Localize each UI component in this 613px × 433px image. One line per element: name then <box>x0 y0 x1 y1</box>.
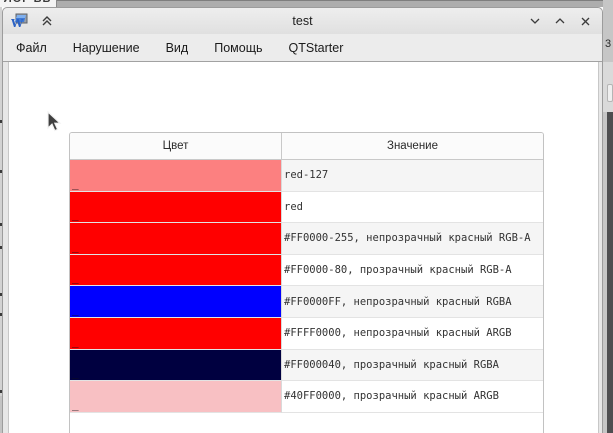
titlebar[interactable]: W test <box>3 8 602 34</box>
background-dark-panel <box>607 112 613 433</box>
app-icon[interactable]: W <box>11 13 29 29</box>
menu-view[interactable]: Вид <box>153 36 202 60</box>
color-value[interactable]: #FF0000-80, прозрачный красный RGB-A <box>282 254 543 287</box>
color-value[interactable]: #FF0000-255, непрозрачный красный RGB-A <box>282 223 543 255</box>
text-cursor-marker: _ <box>72 176 79 190</box>
app-window: W test Файл Нарушение Вид Помощь QTStart… <box>2 7 603 433</box>
color-swatch[interactable]: _ <box>70 381 282 413</box>
mouse-cursor <box>47 111 62 132</box>
menu-violation[interactable]: Нарушение <box>60 36 153 60</box>
table-row[interactable]: _ #FF000040, прозрачный красный RGBA <box>70 349 543 382</box>
text-cursor-marker: _ <box>72 208 79 222</box>
text-cursor-marker: _ <box>72 302 79 316</box>
color-table: Цвет Значение _ red-127 _ red _ #FF0000-… <box>69 132 544 433</box>
window-content: Цвет Значение _ red-127 _ red _ #FF0000-… <box>3 62 602 433</box>
table-row[interactable]: _ #FF0000-255, непрозрачный красный RGB-… <box>70 223 543 255</box>
background-topleft-text: ЛОГ ВВ <box>4 0 51 5</box>
color-swatch[interactable]: _ <box>70 254 282 287</box>
chevron-up-icon <box>555 18 565 24</box>
double-chevron-up-icon <box>42 16 52 26</box>
background-window-top-strip <box>0 0 613 7</box>
maximize-button[interactable] <box>551 13 569 29</box>
background-window-topleft-fragment: ЛОГ ВВ <box>0 0 57 7</box>
minimize-button[interactable] <box>526 13 544 29</box>
color-swatch[interactable]: _ <box>70 160 282 192</box>
table-row[interactable]: _ #40FF0000, прозрачный красный ARGB <box>70 381 543 413</box>
color-value[interactable]: red <box>282 191 543 224</box>
column-header-color[interactable]: Цвет <box>70 133 282 159</box>
background-right-text: 3 <box>605 38 612 50</box>
menubar: Файл Нарушение Вид Помощь QTStarter <box>3 34 602 62</box>
menu-file[interactable]: Файл <box>3 36 60 60</box>
text-cursor-marker: _ <box>72 397 79 411</box>
shade-button[interactable] <box>38 13 56 29</box>
table-header: Цвет Значение <box>70 133 543 160</box>
color-swatch[interactable]: _ <box>70 191 282 224</box>
color-swatch[interactable]: _ <box>70 286 282 318</box>
table-row[interactable]: _ red-127 <box>70 160 543 192</box>
table-row[interactable]: _ #FF0000FF, непрозрачный красный RGBA <box>70 286 543 318</box>
window-title: test <box>292 14 313 28</box>
text-cursor-marker: _ <box>72 271 79 285</box>
menu-qtstarter[interactable]: QTStarter <box>276 36 357 60</box>
svg-text:W: W <box>11 17 24 29</box>
color-value[interactable]: red-127 <box>282 160 543 192</box>
color-value[interactable]: #FF0000FF, непрозрачный красный RGBA <box>282 286 543 318</box>
chevron-down-icon <box>530 18 540 24</box>
text-cursor-marker: _ <box>72 366 79 380</box>
color-value[interactable]: #FF000040, прозрачный красный RGBA <box>282 349 543 382</box>
column-header-value[interactable]: Значение <box>282 133 543 159</box>
color-swatch[interactable]: _ <box>70 349 282 382</box>
background-scrollbar-thumb <box>607 84 613 102</box>
text-cursor-marker: _ <box>72 239 79 253</box>
table-row[interactable]: _ #FFFF0000, непрозрачный красный ARGB <box>70 317 543 350</box>
menu-help[interactable]: Помощь <box>201 36 275 60</box>
close-button[interactable] <box>576 13 594 29</box>
table-row[interactable]: _ red <box>70 191 543 224</box>
desktop-screen: ЛОГ ВВ 3 W test <box>0 0 613 433</box>
color-value[interactable]: #40FF0000, прозрачный красный ARGB <box>282 381 543 413</box>
color-value[interactable]: #FFFF0000, непрозрачный красный ARGB <box>282 317 543 350</box>
text-cursor-marker: _ <box>72 334 79 348</box>
color-swatch[interactable]: _ <box>70 223 282 255</box>
table-row[interactable]: _ #FF0000-80, прозрачный красный RGB-A <box>70 254 543 287</box>
color-swatch[interactable]: _ <box>70 317 282 350</box>
close-icon <box>581 17 589 25</box>
